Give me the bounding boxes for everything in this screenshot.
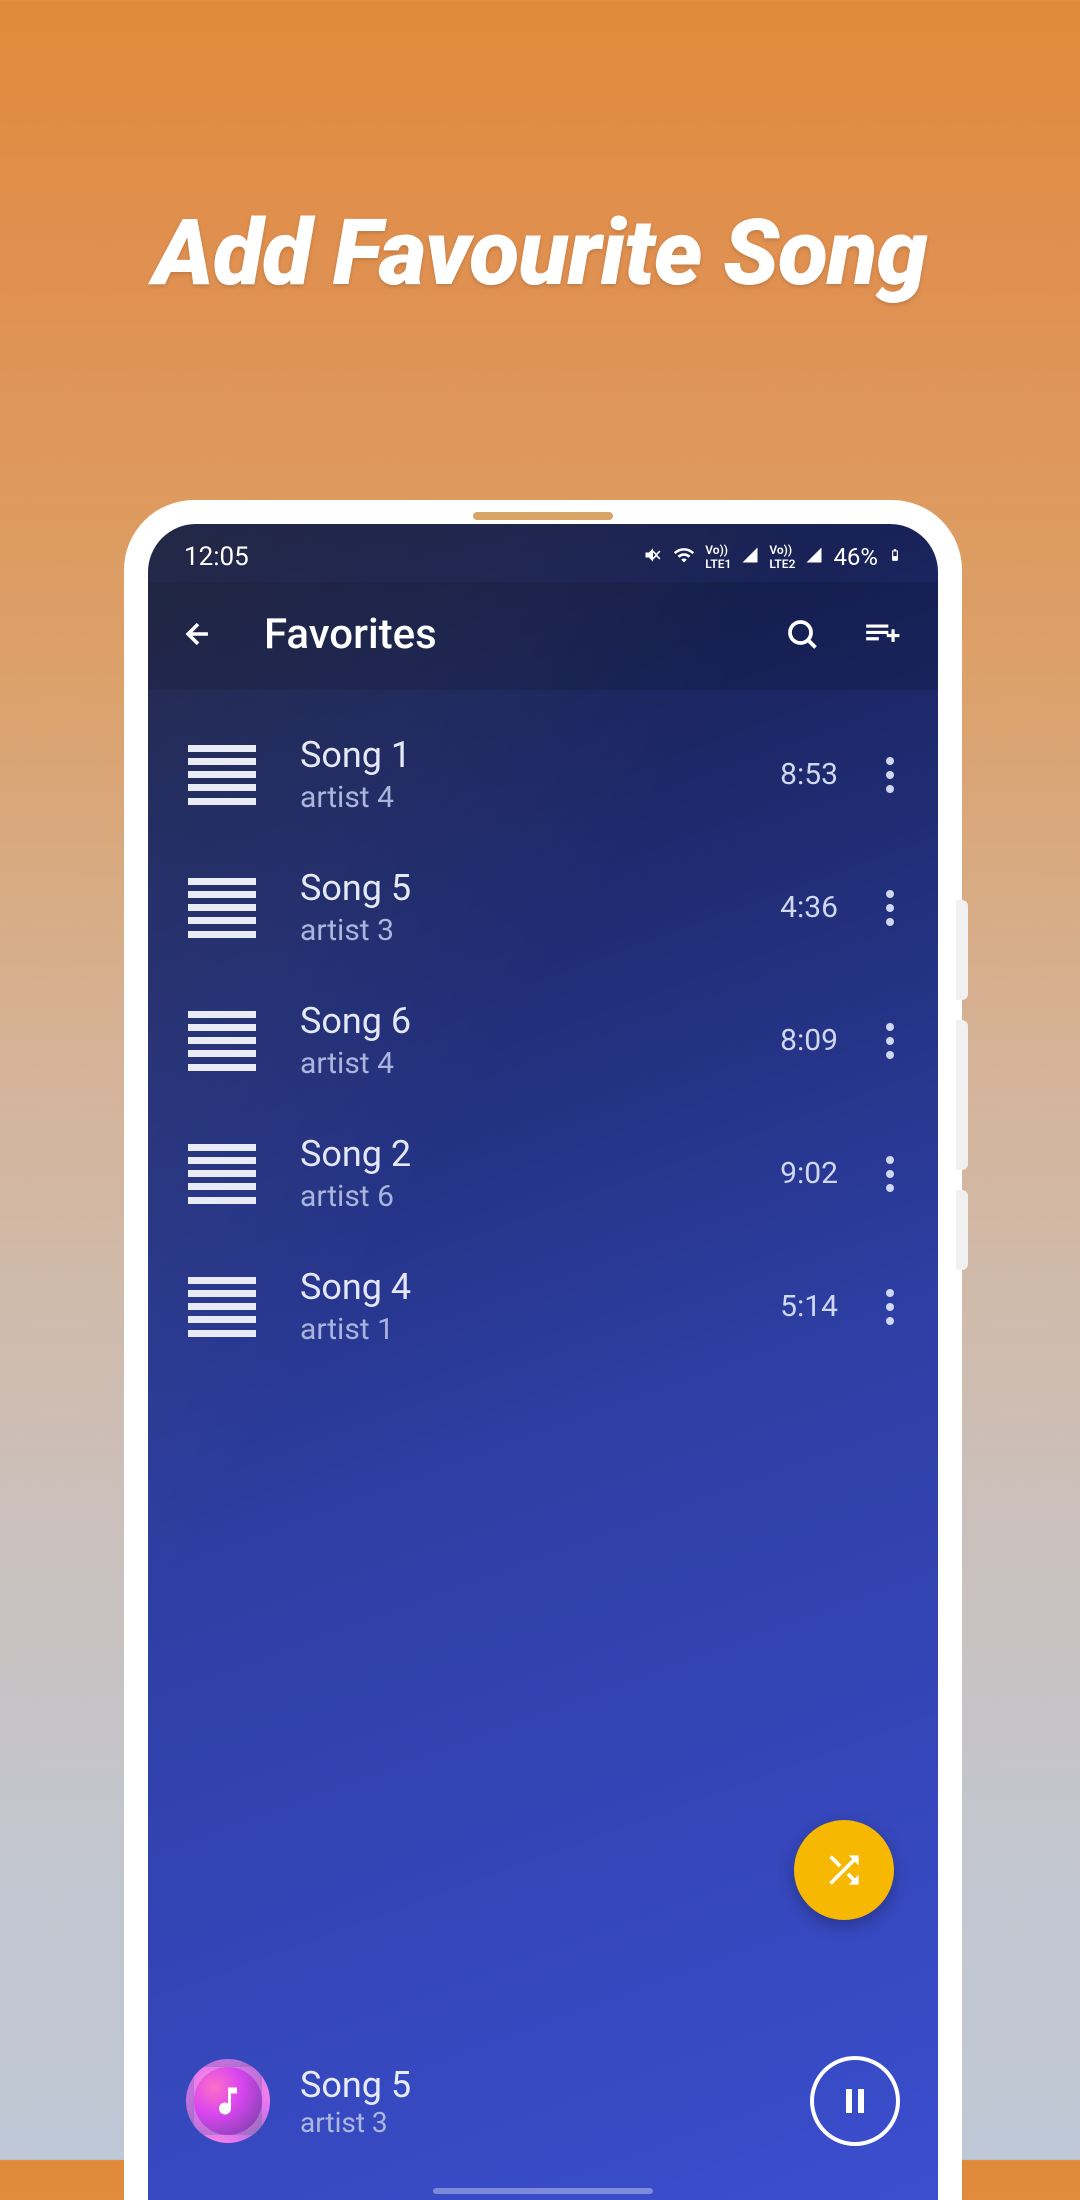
now-playing-artist: artist 3: [300, 2106, 810, 2139]
album-art-icon: [188, 878, 256, 938]
song-title: Song 5: [300, 867, 780, 909]
page-title: Favorites: [264, 610, 750, 659]
promo-headline: Add Favourite Song: [0, 200, 1080, 307]
song-info: Song 2 artist 6: [300, 1133, 780, 1214]
song-info: Song 5 artist 3: [300, 867, 780, 948]
song-info: Song 4 artist 1: [300, 1266, 780, 1347]
song-artist: artist 6: [300, 1179, 780, 1214]
search-button[interactable]: [774, 606, 830, 662]
song-row[interactable]: Song 1 artist 48:53: [148, 708, 938, 841]
status-time: 12:05: [184, 542, 249, 572]
phone-frame: 12:05 Vo))LTE1 Vo))LTE2 46%: [124, 500, 962, 2200]
phone-side-button: [956, 1190, 968, 1270]
phone-notch: [473, 512, 613, 520]
song-more-button[interactable]: [870, 1154, 910, 1194]
battery-icon: [888, 544, 902, 571]
song-more-button[interactable]: [870, 1021, 910, 1061]
back-button[interactable]: [176, 612, 220, 656]
song-duration: 8:53: [780, 757, 838, 792]
song-title: Song 2: [300, 1133, 780, 1175]
song-info: Song 1 artist 4: [300, 734, 780, 815]
lte2-icon: Vo))LTE2: [769, 543, 795, 571]
album-art-icon: [188, 1144, 256, 1204]
song-duration: 5:14: [780, 1289, 838, 1324]
pause-button[interactable]: [810, 2056, 900, 2146]
song-more-button[interactable]: [870, 888, 910, 928]
shuffle-button[interactable]: [794, 1820, 894, 1920]
album-art-icon: [188, 745, 256, 805]
now-playing-title: Song 5: [300, 2064, 810, 2106]
phone-screen: 12:05 Vo))LTE1 Vo))LTE2 46%: [148, 524, 938, 2200]
phone-side-button: [956, 900, 968, 1000]
battery-percent: 46%: [833, 543, 878, 571]
song-artist: artist 4: [300, 1046, 780, 1081]
song-row[interactable]: Song 2 artist 69:02: [148, 1107, 938, 1240]
song-row[interactable]: Song 4 artist 15:14: [148, 1240, 938, 1373]
lte1-icon: Vo))LTE1: [705, 543, 731, 571]
song-duration: 8:09: [780, 1023, 838, 1058]
status-indicators: Vo))LTE1 Vo))LTE2 46%: [643, 543, 902, 571]
song-duration: 4:36: [780, 890, 838, 925]
song-duration: 9:02: [780, 1156, 838, 1191]
song-artist: artist 1: [300, 1312, 780, 1347]
song-artist: artist 3: [300, 913, 780, 948]
home-indicator[interactable]: [433, 2188, 653, 2194]
album-art-icon: [188, 1011, 256, 1071]
now-playing-info[interactable]: Song 5 artist 3: [300, 2064, 810, 2139]
phone-side-button: [956, 1020, 968, 1170]
album-art-icon: [188, 1277, 256, 1337]
song-list[interactable]: Song 1artist 48:53Song 5artist 34:36Song…: [148, 690, 938, 1391]
status-bar: 12:05 Vo))LTE1 Vo))LTE2 46%: [148, 524, 938, 582]
song-title: Song 1: [300, 734, 780, 776]
song-info: Song 6 artist 4: [300, 1000, 780, 1081]
mute-icon: [643, 545, 663, 570]
song-artist: artist 4: [300, 780, 780, 815]
now-playing-album-art[interactable]: [186, 2059, 270, 2143]
now-playing-bar[interactable]: Song 5 artist 3: [148, 2030, 938, 2200]
signal-icon: [805, 546, 823, 569]
song-title: Song 6: [300, 1000, 780, 1042]
song-row[interactable]: Song 5 artist 34:36: [148, 841, 938, 974]
signal-icon: [741, 546, 759, 569]
app-bar: Favorites: [148, 582, 938, 690]
song-more-button[interactable]: [870, 1287, 910, 1327]
song-title: Song 4: [300, 1266, 780, 1308]
wifi-icon: [673, 544, 695, 571]
song-more-button[interactable]: [870, 755, 910, 795]
song-row[interactable]: Song 6 artist 48:09: [148, 974, 938, 1107]
playlist-add-button[interactable]: [854, 606, 910, 662]
